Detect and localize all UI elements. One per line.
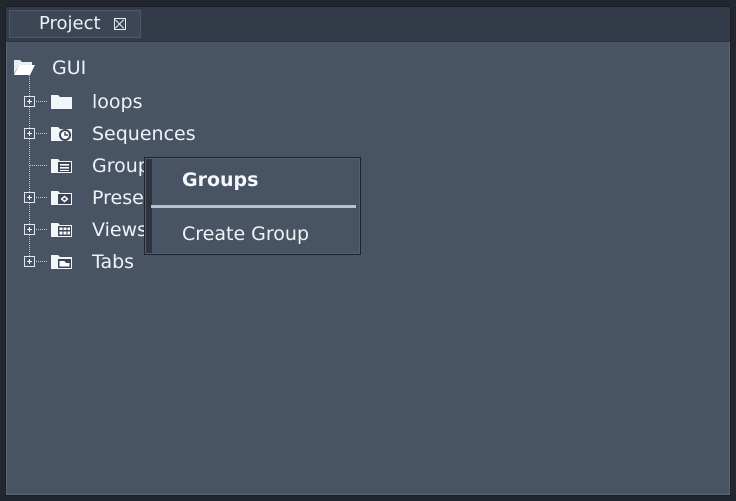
tree-connector xyxy=(36,229,47,231)
tab-project[interactable]: Project xyxy=(9,10,141,38)
create-group-menu-item[interactable]: Create Group xyxy=(152,218,355,250)
sequence-folder-icon xyxy=(51,127,72,141)
expand-icon[interactable] xyxy=(24,224,35,235)
tab-project-label: Project xyxy=(39,13,101,34)
menu-separator xyxy=(151,205,356,208)
context-menu: Groups Create Group xyxy=(144,157,361,255)
close-icon[interactable] xyxy=(114,18,126,30)
expand-icon[interactable] xyxy=(24,192,35,203)
expand-icon[interactable] xyxy=(24,256,35,267)
expand-icon[interactable] xyxy=(24,128,35,139)
tree-label: Sequences xyxy=(92,123,196,145)
groups-folder-icon xyxy=(51,159,72,173)
expand-icon[interactable] xyxy=(24,96,35,107)
tree-item-loops[interactable]: loops xyxy=(6,86,186,118)
tree-connector xyxy=(36,133,47,135)
context-menu-title: Groups xyxy=(182,169,259,191)
views-folder-icon xyxy=(51,223,72,237)
tree-item-sequences[interactable]: Sequences xyxy=(6,118,226,150)
project-window: Project GUI loops Sequences Groups Prese… xyxy=(5,6,731,496)
tree-label: loops xyxy=(92,91,143,113)
tab-bar: Project xyxy=(6,7,730,42)
tree-label: GUI xyxy=(52,57,87,79)
tree-connector xyxy=(30,165,47,167)
presets-folder-icon xyxy=(51,191,72,205)
project-tree: GUI loops Sequences Groups Presets Views… xyxy=(6,41,730,495)
tree-item-gui[interactable]: GUI xyxy=(6,52,146,84)
tree-connector xyxy=(36,101,47,103)
tree-label: Views xyxy=(92,219,147,241)
folder-icon xyxy=(51,95,72,109)
tabs-folder-icon xyxy=(51,255,72,269)
tree-connector xyxy=(36,197,47,199)
tree-connector xyxy=(36,261,47,263)
tree-label: Tabs xyxy=(92,251,135,273)
folder-open-icon xyxy=(14,60,35,75)
